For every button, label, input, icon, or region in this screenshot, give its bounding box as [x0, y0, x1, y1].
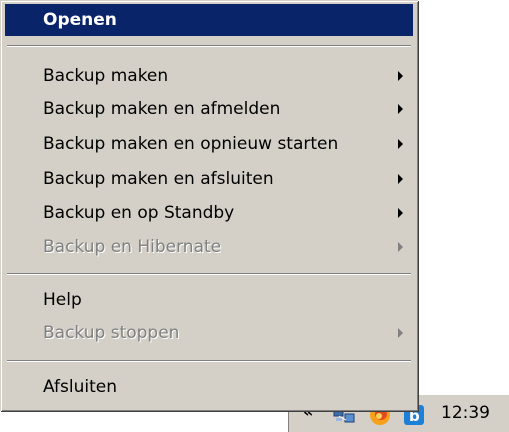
desktop: « b 12:39 Openen Backup maken Backup mak…	[0, 0, 509, 432]
menu-item-backup-logoff[interactable]: Backup maken en afmelden	[5, 93, 413, 125]
submenu-arrow-icon	[398, 71, 403, 81]
menu-item-label: Backup en op Standby	[43, 203, 235, 223]
menu-item-label: Backup maken en afsluiten	[43, 169, 274, 189]
submenu-arrow-icon	[398, 139, 403, 149]
menu-separator	[7, 273, 411, 275]
menu-item-backup-hibernate: Backup en Hibernate	[5, 231, 413, 263]
menu-item-label: Backup maken en opnieuw starten	[43, 134, 339, 154]
menu-item-backup[interactable]: Backup maken	[5, 60, 413, 92]
menu-item-exit[interactable]: Afsluiten	[5, 371, 413, 403]
submenu-arrow-icon	[398, 174, 403, 184]
menu-item-stop-backup: Backup stoppen	[5, 317, 413, 349]
submenu-arrow-icon	[398, 328, 403, 338]
menu-item-label: Backup maken	[43, 66, 169, 86]
tray-context-menu: Openen Backup maken Backup maken en afme…	[0, 0, 418, 411]
menu-item-backup-restart[interactable]: Backup maken en opnieuw starten	[5, 128, 413, 160]
submenu-arrow-icon	[398, 104, 403, 114]
submenu-arrow-icon	[398, 208, 403, 218]
menu-item-backup-standby[interactable]: Backup en op Standby	[5, 197, 413, 229]
menu-item-backup-shutdown[interactable]: Backup maken en afsluiten	[5, 163, 413, 195]
menu-item-open[interactable]: Openen	[5, 4, 413, 36]
menu-item-help[interactable]: Help	[5, 284, 413, 316]
submenu-arrow-icon	[398, 242, 403, 252]
clock[interactable]: 12:39	[441, 403, 490, 423]
menu-item-label: Backup en Hibernate	[43, 237, 222, 257]
menu-separator	[7, 360, 411, 362]
menu-separator	[7, 45, 411, 47]
menu-item-label: Backup maken en afmelden	[43, 99, 281, 119]
menu-item-label: Backup stoppen	[43, 323, 180, 343]
